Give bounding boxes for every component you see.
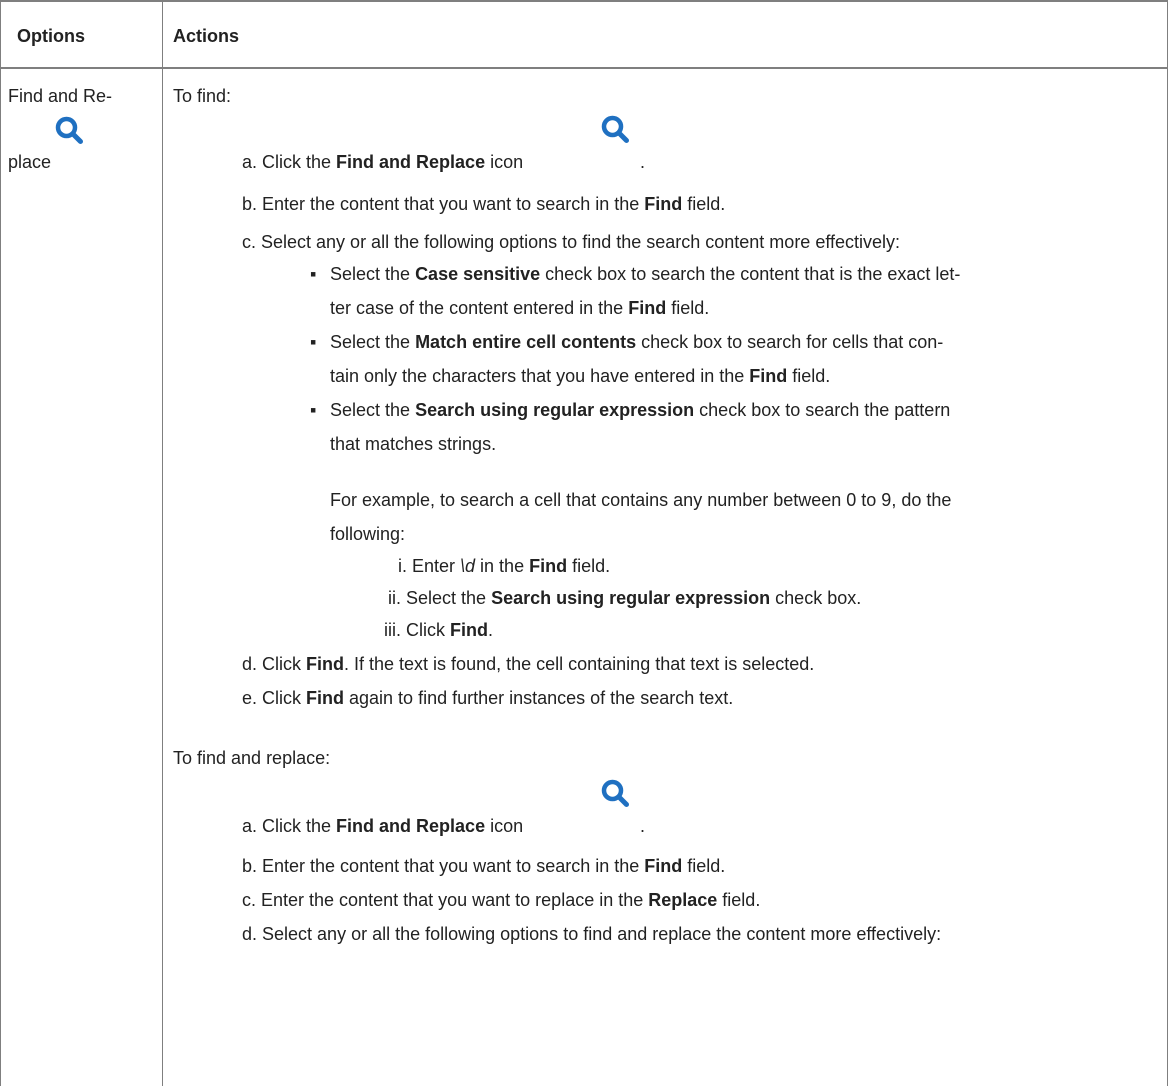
option-name-line2: place [8,152,52,172]
substep-i: i. Enter \d in the Find field. [398,556,611,576]
bullet-match-entire: Select the Match entire cell contents ch… [330,332,944,352]
find-step-e: e. Click Find again to find further inst… [242,688,734,708]
bullet-match-entire-line2: tain only the characters that you have e… [330,366,831,386]
bullet-regex: Select the Search using regular expressi… [330,400,951,420]
bullet-marker: ▪ [310,332,317,352]
find-step-b: b. Enter the content that you want to se… [242,194,726,214]
replace-step-d: d. Select any or all the following optio… [242,924,942,944]
column-divider [162,0,163,1086]
replace-step-c: c. Enter the content that you want to re… [242,890,761,910]
bullet-case-sensitive-line2: ter case of the content entered in the F… [330,298,710,318]
find-step-a: a. Click the Find and Replace icon [242,152,524,172]
header-options: Options [17,26,85,46]
search-icon [601,115,629,143]
replace-step-b: b. Enter the content that you want to se… [242,856,726,876]
find-step-c: c. Select any or all the following optio… [242,232,901,252]
bullet-marker: ▪ [310,264,317,284]
options-actions-table: Options Actions Find and Re- place To fi… [0,0,1168,1086]
example-line2: following: [330,524,406,544]
example-line1: For example, to search a cell that conta… [330,490,952,510]
header-divider-inner [0,68,1168,69]
search-icon [601,779,629,807]
header-actions: Actions [173,26,240,46]
search-icon [55,116,83,144]
find-step-d: d. Click Find. If the text is found, the… [242,654,815,674]
option-name-line1: Find and Re- [8,86,113,106]
substep-iii: iii. Click Find. [384,620,494,640]
bullet-marker: ▪ [310,400,317,420]
bullet-case-sensitive: Select the Case sensitive check box to s… [330,264,961,284]
table-border-top-inner [0,1,1168,2]
bullet-regex-line2: that matches strings. [330,434,497,454]
replace-step-a: a. Click the Find and Replace icon [242,816,524,836]
find-step-a-period: . [640,152,646,172]
table-border-left [0,0,1,1086]
find-intro: To find: [173,86,232,106]
replace-step-a-period: . [640,816,646,836]
substep-ii: ii. Select the Search using regular expr… [388,588,862,608]
replace-intro: To find and replace: [173,748,331,768]
